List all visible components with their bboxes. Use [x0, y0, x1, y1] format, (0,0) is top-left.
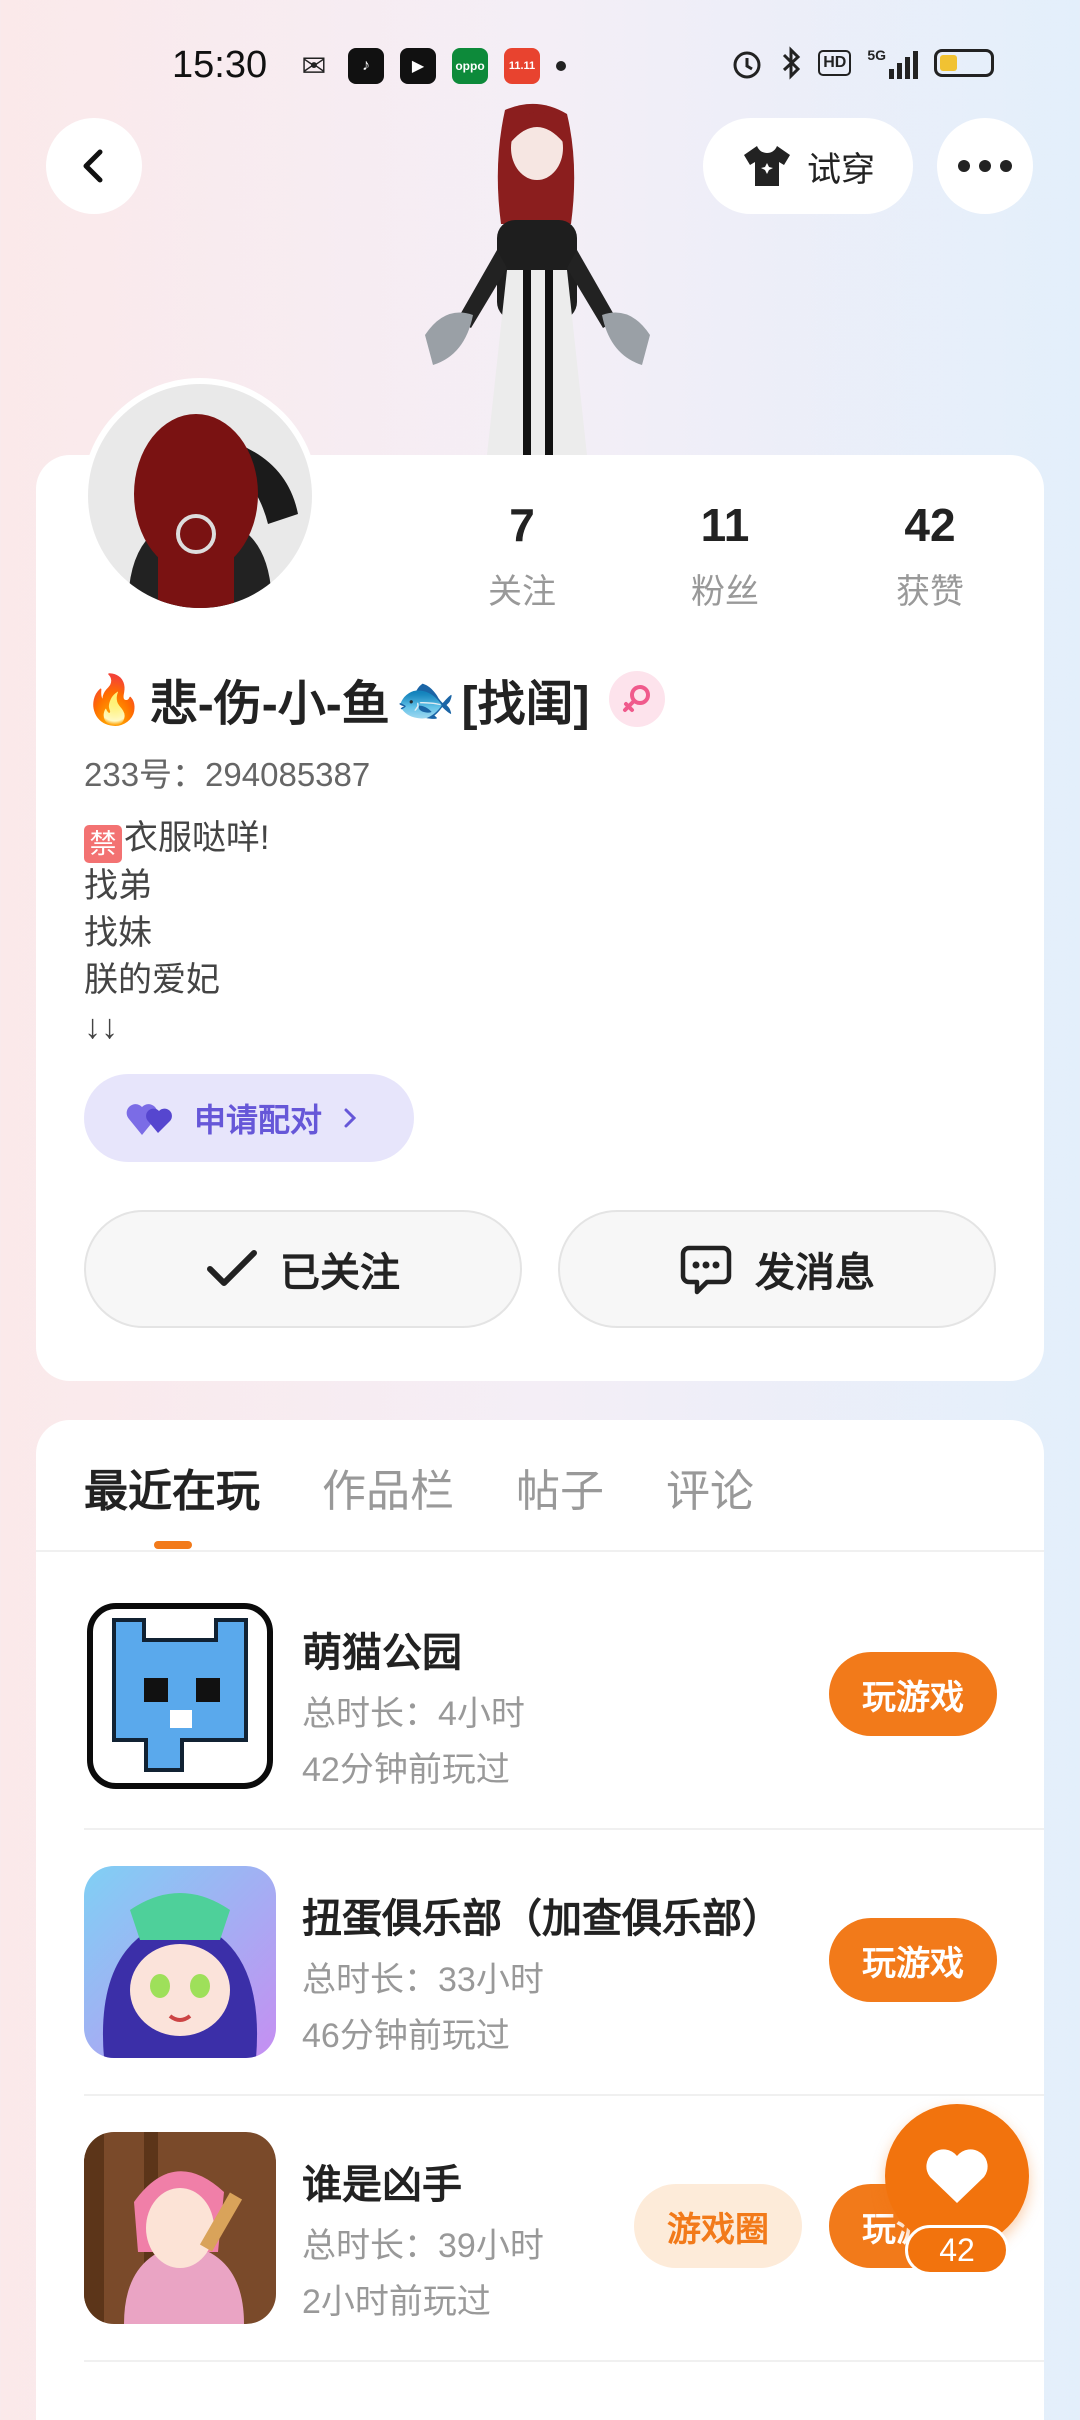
game-icon-cat-park [84, 1600, 276, 1792]
battery-icon [934, 49, 994, 77]
row-divider [84, 1828, 1044, 1830]
double-heart-icon [126, 1104, 172, 1135]
likes-count: 42 [904, 499, 956, 551]
username-suffix: [找闺] [461, 678, 590, 731]
likes-label: 获赞 [896, 573, 964, 611]
followed-label: 已关注 [280, 1251, 400, 1295]
tabs-divider [36, 1550, 1044, 1552]
play-game-button[interactable]: 玩游戏 [829, 1918, 997, 2002]
more-button[interactable] [937, 118, 1033, 214]
heart-icon [926, 2149, 988, 2203]
tab-comments[interactable]: 评论 [666, 1455, 754, 1519]
game-last-played: 42分钟前玩过 [302, 1751, 510, 1789]
check-icon [207, 1250, 257, 1286]
profile-avatar[interactable] [82, 378, 318, 614]
alarm-icon [733, 51, 761, 79]
more-notifications-dot [556, 61, 566, 71]
system-icons: HD 5G [730, 46, 994, 80]
following-count: 7 [509, 499, 535, 551]
game-duration: 总时长：39小时 [302, 2227, 544, 2265]
game-title: 谁是凶手 [302, 2163, 462, 2207]
shop-icon: 11.11 [504, 48, 540, 84]
avatar-image [88, 384, 312, 608]
bio-line: 找妹 [84, 914, 152, 952]
signal-icon: 5G [867, 47, 918, 79]
like-count-badge: 42 [905, 2225, 1009, 2275]
game-duration: 总时长：33小时 [302, 1961, 544, 1999]
row-divider [84, 2094, 1044, 2096]
back-button[interactable] [46, 118, 142, 214]
tab-active-indicator [154, 1541, 192, 1549]
tab-posts[interactable]: 帖子 [516, 1455, 604, 1519]
tab-recently-played[interactable]: 最近在玩 [84, 1455, 260, 1519]
bio-line: ↓↓ [84, 1008, 118, 1046]
status-time: 15:30 [172, 44, 268, 86]
game-title: 扭蛋俱乐部（加查俱乐部） [302, 1897, 782, 1941]
try-on-button[interactable]: 试穿 [703, 118, 913, 214]
tiktok-icon: ♪ [348, 48, 384, 84]
stat-likes[interactable]: 42 获赞 [840, 498, 1020, 613]
send-message-button[interactable]: 发消息 [558, 1210, 996, 1328]
request-match-label: 申请配对 [194, 1102, 323, 1138]
followed-button[interactable]: 已关注 [84, 1210, 522, 1328]
followers-label: 粉丝 [691, 573, 759, 611]
avatar-3d-figure[interactable] [405, 100, 670, 455]
game-icon-who-is-killer [84, 2132, 276, 2324]
female-gender-icon [609, 671, 666, 727]
user-id: 233号：294085387 [84, 756, 371, 793]
game-row-cat-park[interactable]: 萌猫公园 总时长：4小时 42分钟前玩过 玩游戏 [84, 1600, 1044, 1800]
bio-line: 找弟 [84, 867, 152, 905]
more-dots-icon [958, 160, 1012, 172]
stat-followers[interactable]: 11 粉丝 [635, 498, 815, 613]
game-title: 萌猫公园 [302, 1631, 462, 1675]
chevron-left-icon [83, 149, 103, 183]
row-divider [84, 2360, 1044, 2362]
notification-icons: ✉ ♪ ▶ oppo 11.11 [296, 48, 566, 84]
game-duration: 总时长：4小时 [302, 1695, 525, 1733]
shirt-icon [744, 146, 790, 186]
wechat-icon: ✉ [301, 49, 327, 83]
stat-following[interactable]: 7 关注 [432, 498, 612, 613]
tab-works[interactable]: 作品栏 [322, 1455, 454, 1519]
oppo-icon: oppo [452, 48, 488, 84]
bio: 禁衣服哒咩! 找弟 找妹 朕的爱妃 ↓↓ [84, 815, 269, 1051]
fire-emoji: 🔥 [84, 673, 144, 727]
game-last-played: 2小时前玩过 [302, 2283, 491, 2321]
game-meta: 总时长：39小时 2小时前玩过 [302, 2218, 544, 2330]
game-last-played: 46分钟前玩过 [302, 2017, 510, 2055]
bio-line: 禁衣服哒咩! [84, 815, 269, 863]
game-meta: 总时长：4小时 42分钟前玩过 [302, 1686, 525, 1798]
send-message-label: 发消息 [755, 1251, 875, 1295]
fish-emoji: 🐟 [395, 673, 456, 727]
ban-icon: 禁 [84, 825, 122, 863]
username-text: 悲-伤-小-鱼 [149, 678, 390, 731]
bluetooth-icon [783, 46, 801, 80]
chat-bubble-icon [680, 1245, 732, 1295]
request-match-button[interactable]: 申请配对 [84, 1074, 414, 1162]
video-icon: ▶ [400, 48, 436, 84]
game-row-gacha-club[interactable]: 扭蛋俱乐部（加查俱乐部） 总时长：33小时 46分钟前玩过 玩游戏 [84, 1866, 1044, 2066]
game-icon-gacha-club [84, 1866, 276, 2058]
following-label: 关注 [488, 573, 556, 611]
followers-count: 11 [700, 499, 750, 551]
game-meta: 总时长：33小时 46分钟前玩过 [302, 1952, 544, 2064]
username: 🔥 悲-伤-小-鱼 🐟 [找闺] [84, 664, 666, 734]
game-circle-button[interactable]: 游戏圈 [634, 2184, 802, 2268]
try-on-label: 试穿 [807, 150, 875, 189]
hd-icon: HD [818, 50, 852, 76]
play-game-button[interactable]: 玩游戏 [829, 1652, 997, 1736]
content-tabs: 最近在玩 作品栏 帖子 评论 [84, 1455, 754, 1519]
chevron-right-icon [344, 1108, 357, 1128]
bio-line: 朕的爱妃 [84, 961, 220, 999]
